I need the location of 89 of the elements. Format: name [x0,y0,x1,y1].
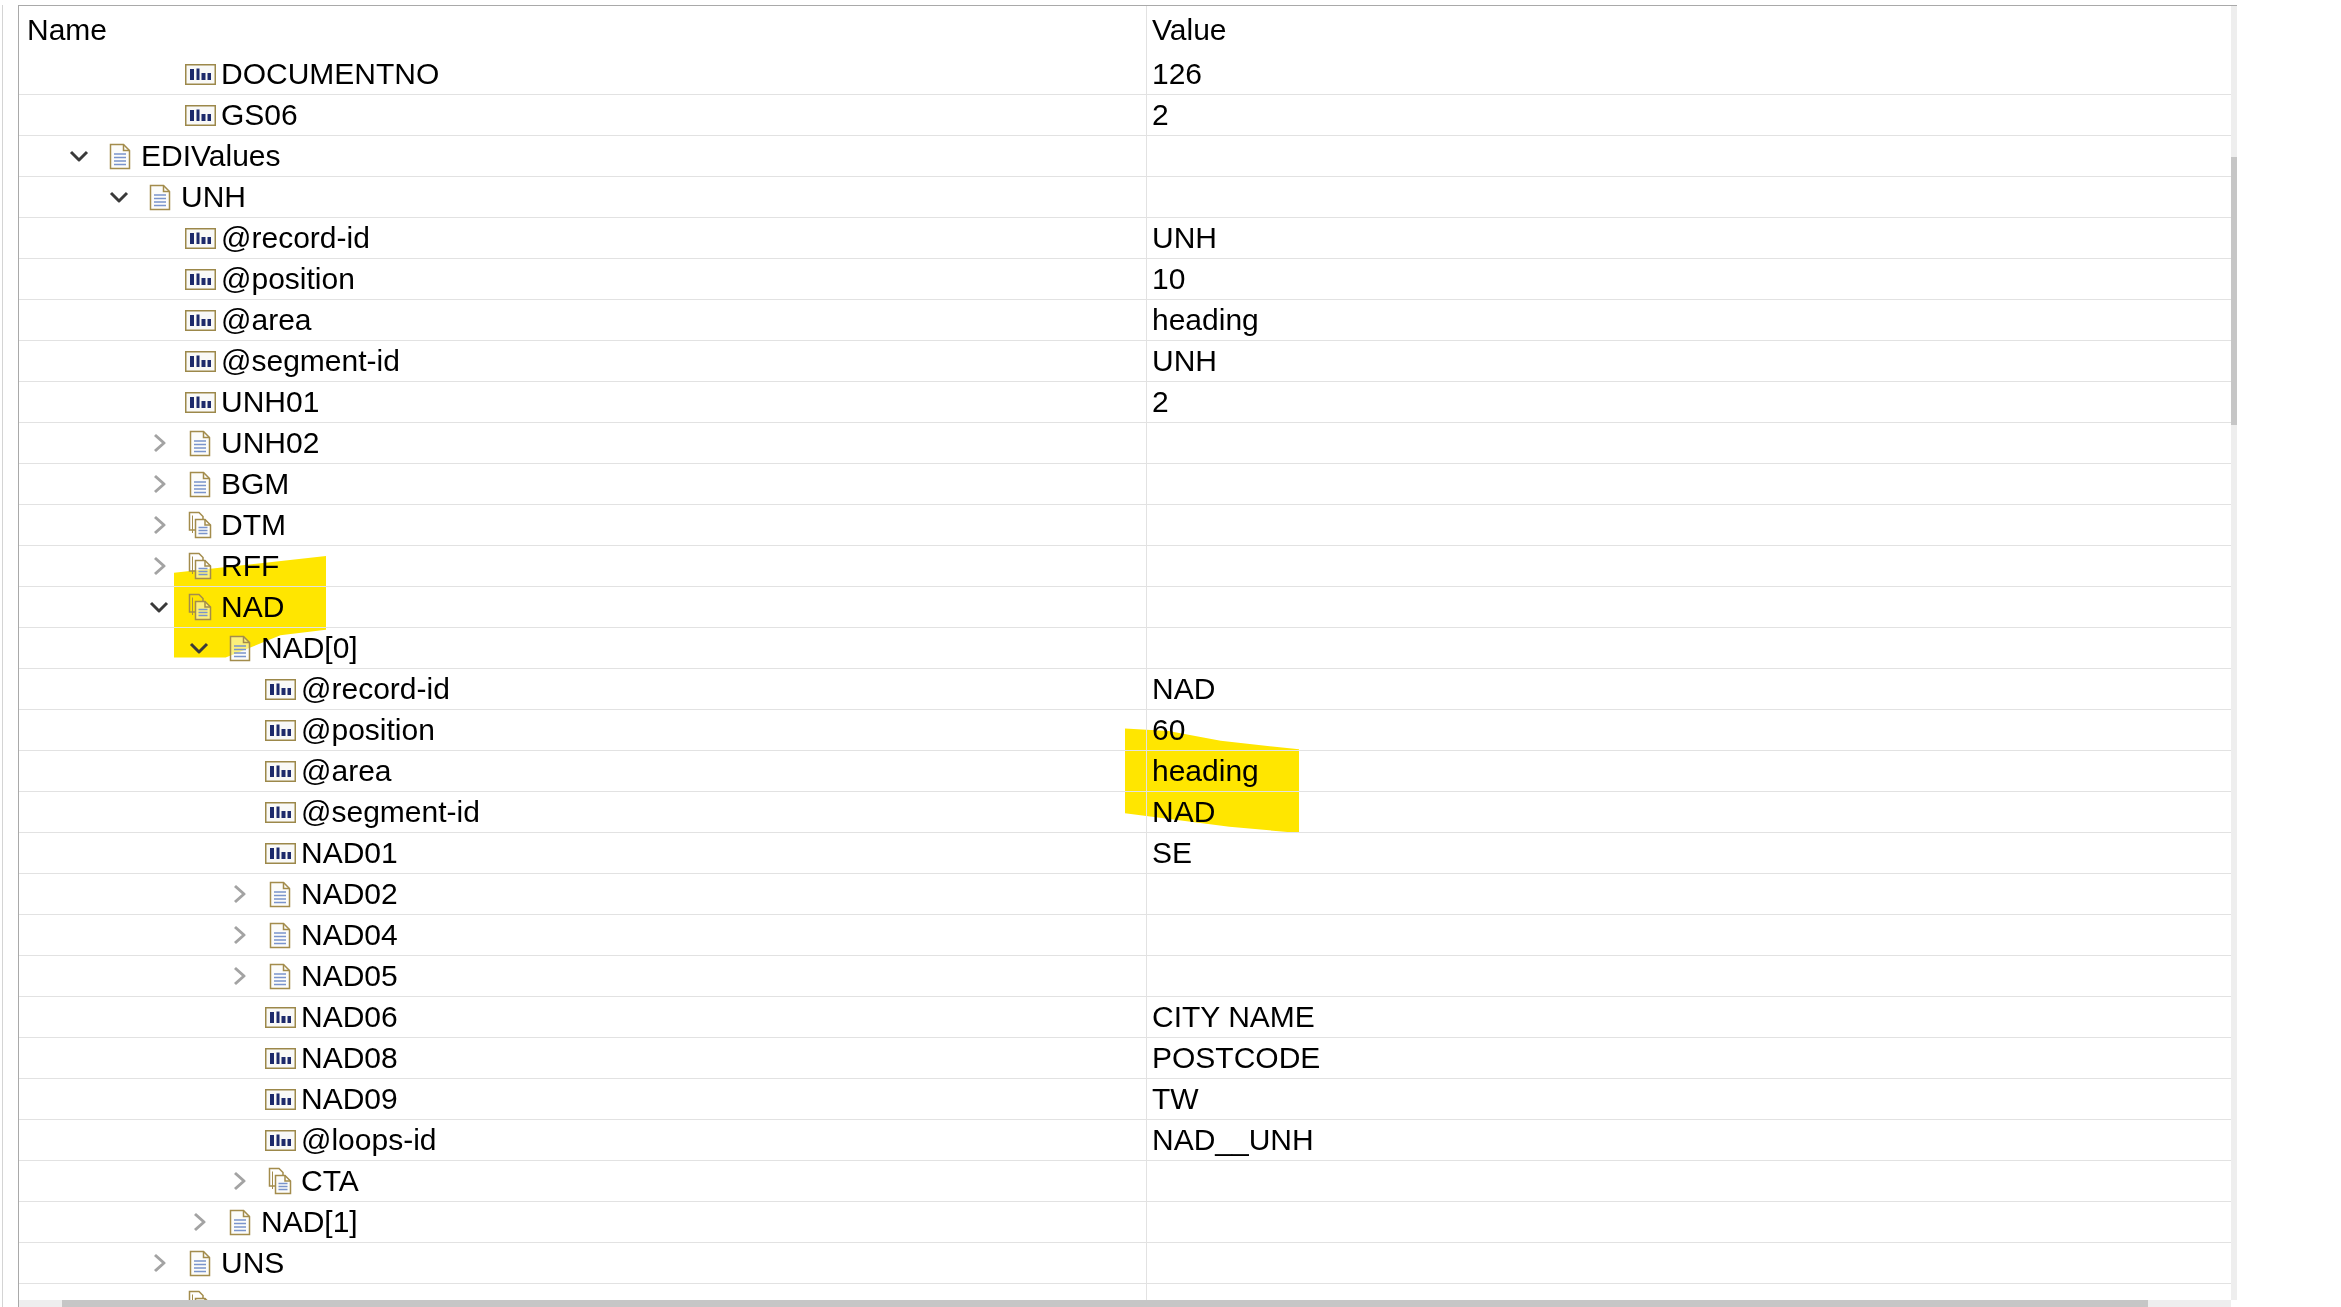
chevron-down-icon[interactable] [189,642,209,654]
node-value: 2 [1152,97,1169,133]
document-icon [189,470,211,498]
scrollbar-thumb[interactable] [2231,157,2237,425]
field-icon [184,391,216,413]
document-icon [269,921,291,949]
chevron-right-icon[interactable] [232,925,246,945]
document-icon [229,1208,251,1236]
node-name[interactable]: NAD [221,589,285,625]
field-icon [264,760,296,782]
node-name[interactable]: @area [221,302,312,338]
node-name[interactable]: NAD08 [301,1040,398,1076]
node-value: UNH [1152,220,1217,256]
document-icon [149,183,171,211]
node-name[interactable]: UNS [221,1245,285,1281]
chevron-right-icon[interactable] [232,966,246,986]
document-icon [269,880,291,908]
node-value: 126 [1152,56,1203,92]
node-value: 2 [1152,384,1169,420]
node-name[interactable]: DOCUMENTNO [221,56,440,92]
chevron-right-icon[interactable] [232,884,246,904]
document-icon [189,1249,211,1277]
node-name[interactable]: UNH01 [221,384,320,420]
stacked-documents-icon [188,511,212,539]
chevron-down-icon[interactable] [149,601,169,613]
node-name[interactable]: @segment-id [301,794,480,830]
node-name[interactable]: @position [221,261,355,297]
chevron-right-icon[interactable] [192,1212,206,1232]
node-name[interactable]: @position [301,712,435,748]
node-value: POSTCODE [1152,1040,1321,1076]
chevron-right-icon[interactable] [152,433,166,453]
chevron-down-icon[interactable] [109,191,129,203]
field-icon [264,719,296,741]
node-name[interactable]: @record-id [301,671,450,707]
field-icon [264,801,296,823]
node-value: heading [1152,753,1259,789]
node-name[interactable]: NAD02 [301,876,398,912]
field-icon [184,268,216,290]
vertical-scrollbar[interactable] [2231,6,2237,1300]
field-icon [264,1006,296,1028]
document-icon [189,429,211,457]
node-name[interactable]: @record-id [221,220,370,256]
node-name[interactable]: NAD09 [301,1081,398,1117]
node-value: TW [1152,1081,1199,1117]
field-icon [184,227,216,249]
node-name[interactable]: NAD[0] [261,630,358,666]
field-icon [264,1088,296,1110]
chevron-right-icon[interactable] [152,1253,166,1273]
node-value: heading [1152,302,1259,338]
node-value: UNH [1152,343,1217,379]
chevron-down-icon[interactable] [69,150,89,162]
stacked-documents-icon [268,1167,292,1195]
field-icon [184,350,216,372]
node-value: NAD [1152,671,1216,707]
node-name[interactable]: NAD05 [301,958,398,994]
column-header[interactable]: Name [19,6,1146,54]
field-icon [264,1129,296,1151]
document-icon [109,142,131,170]
node-name[interactable]: UNH02 [221,425,320,461]
field-icon [264,842,296,864]
chevron-right-icon[interactable] [232,1171,246,1191]
node-name[interactable]: CTA [301,1163,359,1199]
node-value: CITY NAME [1152,999,1315,1035]
document-icon [269,962,291,990]
node-name[interactable]: NAD[1] [261,1204,358,1240]
node-name[interactable]: NAD04 [301,917,398,953]
chevron-right-icon[interactable] [152,556,166,576]
node-value: 10 [1152,261,1186,297]
node-value: NAD [1152,794,1216,830]
node-name[interactable]: NAD01 [301,835,398,871]
stacked-documents-icon [188,593,212,621]
chevron-right-icon[interactable] [152,474,166,494]
node-name[interactable]: EDIValues [141,138,281,174]
node-name[interactable]: NAD06 [301,999,398,1035]
node-name[interactable]: @loops-id [301,1122,437,1158]
field-icon [184,104,216,126]
node-value: NAD__UNH [1152,1122,1314,1158]
chevron-right-icon[interactable] [152,515,166,535]
node-name[interactable]: @area [301,753,392,789]
node-name[interactable]: BGM [221,466,290,502]
field-icon [184,63,216,85]
field-icon [184,309,216,331]
node-value: SE [1152,835,1193,871]
node-name[interactable]: @segment-id [221,343,400,379]
field-icon [264,678,296,700]
node-name[interactable]: UNH [181,179,246,215]
node-name[interactable]: GS06 [221,97,298,133]
node-name[interactable]: DTM [221,507,286,543]
field-icon [264,1047,296,1069]
